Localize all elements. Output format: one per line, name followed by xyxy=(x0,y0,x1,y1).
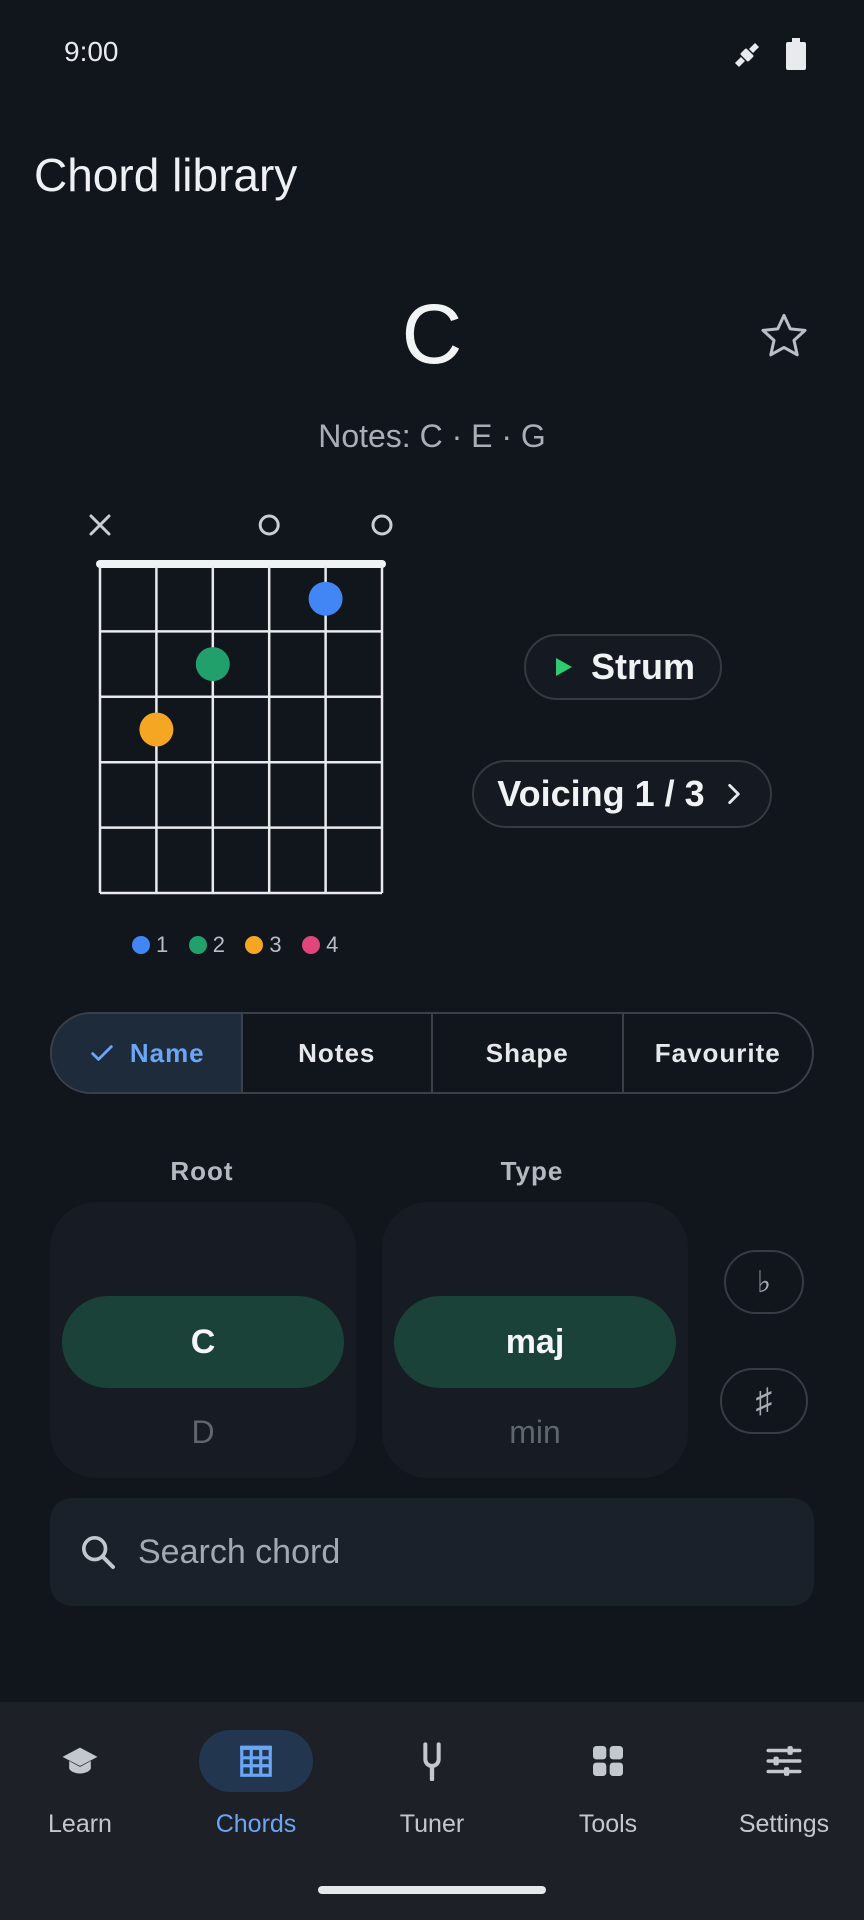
flat-button[interactable]: ♭ xyxy=(724,1250,804,1314)
root-selected[interactable]: C xyxy=(62,1296,344,1388)
apps-grid-icon xyxy=(593,1746,623,1776)
legend-item: 1 xyxy=(132,932,168,958)
nav-label: Tuner xyxy=(399,1810,465,1838)
tab-name[interactable]: Name xyxy=(52,1014,241,1092)
chord-notes: Notes: C · E · G xyxy=(318,418,546,454)
voicing-label: Voicing 1 / 3 xyxy=(497,773,705,814)
tab-label: Notes xyxy=(298,1037,376,1068)
satellite-icon xyxy=(734,42,760,68)
nav-label: Tools xyxy=(578,1810,638,1838)
star-icon xyxy=(761,313,807,357)
nav-label: Settings xyxy=(738,1810,830,1838)
type-selected[interactable]: maj xyxy=(394,1296,676,1388)
tab-label: Name xyxy=(129,1037,205,1068)
tab-shape[interactable]: Shape xyxy=(431,1014,622,1092)
tab-favourite[interactable]: Favourite xyxy=(621,1014,813,1092)
nav-tuner[interactable]: Tuner xyxy=(346,1728,518,1858)
nav-label: Chords xyxy=(215,1810,297,1838)
tab-label: Favourite xyxy=(654,1037,781,1068)
battery-icon xyxy=(786,38,806,70)
finger-1-dot xyxy=(132,936,150,954)
nav-label: Learn xyxy=(48,1810,112,1838)
finger-4-dot xyxy=(302,936,321,954)
nav-learn[interactable]: Learn xyxy=(0,1728,166,1858)
type-option[interactable]: min xyxy=(382,1414,688,1451)
legend-label: 3 xyxy=(269,932,282,957)
search-mode-tabs: Name Notes Shape Favourite xyxy=(50,1012,814,1094)
finger-dot xyxy=(139,712,174,747)
nav-tools[interactable]: Tools xyxy=(522,1728,694,1858)
root-label: Root xyxy=(170,1156,234,1186)
strum-label: Strum xyxy=(590,646,695,687)
root-picker[interactable]: C D xyxy=(50,1202,356,1478)
status-time: 9:00 xyxy=(64,36,119,67)
chevron-right-icon xyxy=(727,783,740,805)
favourite-star-button[interactable] xyxy=(754,306,814,366)
root-option[interactable]: D xyxy=(50,1414,356,1451)
finger-legend: 1 2 3 4 xyxy=(132,932,354,959)
chord-diagram xyxy=(89,514,393,895)
sliders-icon xyxy=(766,1746,802,1776)
finger-dot xyxy=(308,581,343,616)
voicing-button[interactable]: Voicing 1 / 3 xyxy=(472,760,772,828)
finger-2-dot xyxy=(188,936,207,954)
tab-label: Shape xyxy=(485,1037,569,1068)
legend-label: 1 xyxy=(156,932,169,957)
search-input[interactable] xyxy=(138,1520,778,1584)
chord-grid-icon xyxy=(240,1745,272,1777)
open-string-marker xyxy=(258,514,280,536)
legend-label: 4 xyxy=(326,932,339,957)
finger-dot xyxy=(195,647,230,682)
chord-name: C xyxy=(401,287,463,381)
legend-label: 2 xyxy=(212,932,225,957)
strum-button[interactable]: Strum xyxy=(524,634,722,700)
type-label: Type xyxy=(500,1156,564,1186)
tuning-fork-icon xyxy=(423,1742,441,1781)
type-picker[interactable]: maj min xyxy=(382,1202,688,1478)
nut xyxy=(96,560,386,568)
nav-settings[interactable]: Settings xyxy=(698,1728,864,1858)
legend-item: 3 xyxy=(245,932,282,958)
search-box xyxy=(50,1498,814,1606)
legend-item: 4 xyxy=(302,932,338,958)
play-icon xyxy=(555,658,572,676)
finger-3-dot xyxy=(245,936,264,954)
school-icon xyxy=(62,1747,98,1774)
page-title: Chord library xyxy=(34,149,298,201)
tab-notes[interactable]: Notes xyxy=(240,1014,432,1092)
search-icon xyxy=(82,1536,115,1569)
nav-chords[interactable]: Chords xyxy=(170,1728,342,1858)
home-indicator[interactable] xyxy=(318,1886,546,1894)
check-icon xyxy=(91,1045,113,1061)
legend-item: 2 xyxy=(188,932,225,958)
sharp-button[interactable]: ♯ xyxy=(720,1368,808,1434)
open-string-marker xyxy=(371,514,393,536)
